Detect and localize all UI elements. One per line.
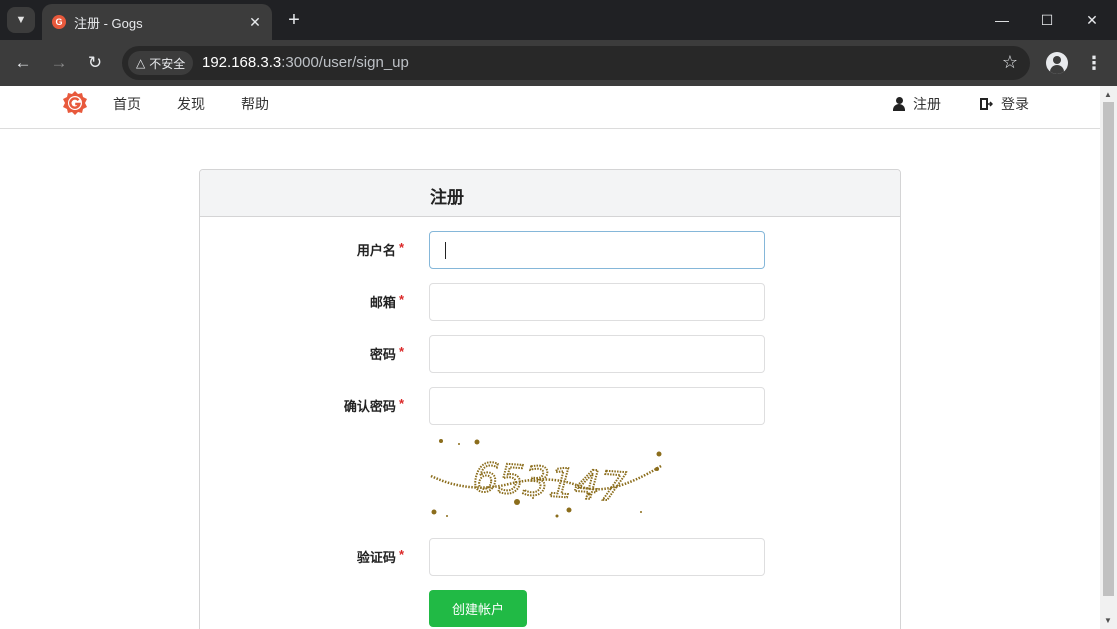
tab-title: 注册 - Gogs [74,15,143,31]
more-menu-icon[interactable]: ⋮ [1084,51,1104,75]
email-label: 邮箱 * [369,292,404,310]
browser-tab-bar: ▼ G 注册 - Gogs ✕ + — ☐ ✕ [0,0,1117,40]
user-icon [893,97,905,111]
tab-close-icon[interactable]: ✕ [244,11,266,33]
confirm-password-input[interactable] [429,387,765,425]
maximize-icon[interactable]: ☐ [1025,6,1069,34]
security-indicator[interactable]: △ 不安全 [128,51,194,75]
site-header: 首页 发现 帮助 注册 登录 [0,86,1100,129]
required-mark: * [398,240,404,255]
captcha-label: 验证码 * [356,547,404,565]
email-input[interactable] [429,283,765,321]
signup-form: 注册 用户名 * 邮箱 * 密码 * 确认密码 * 653147 验证码 * 创建帐户 [199,169,901,629]
browser-toolbar: ← → ↻ △ 不安全 192.168.3.3:3000/user/sign_u… [0,40,1117,86]
signin-label: 登录 [1001,96,1029,112]
text-caret [445,242,446,259]
captcha-input[interactable] [429,538,765,576]
username-input[interactable] [429,231,765,269]
new-tab-plus-icon[interactable]: + [282,8,306,32]
warning-triangle-icon: △ [136,56,146,70]
window-close-icon[interactable]: ✕ [1070,6,1114,34]
required-mark: * [398,292,404,307]
required-mark: * [398,547,404,562]
scroll-down-arrow-icon[interactable]: ▼ [1104,616,1112,625]
chevron-down-icon: ▼ [15,14,27,26]
reload-icon[interactable]: ↻ [83,51,107,75]
url-path: :3000/user/sign_up [281,54,409,71]
required-mark: * [398,344,404,359]
scroll-up-arrow-icon[interactable]: ▲ [1104,90,1112,99]
browser-tab[interactable]: G 注册 - Gogs ✕ [42,4,272,40]
url-text[interactable]: 192.168.3.3:3000/user/sign_up [202,54,409,71]
captcha-image[interactable]: 653147 [429,436,669,526]
username-label: 用户名 * [356,240,404,258]
nav-help[interactable]: 帮助 [241,94,269,114]
address-bar[interactable]: △ 不安全 192.168.3.3:3000/user/sign_up ☆ [122,46,1030,80]
form-title: 注册 [430,188,464,207]
page-viewport: 首页 发现 帮助 注册 登录 注册 用户名* 邮箱* 密码* 确认密码* [0,86,1100,629]
password-input[interactable] [429,335,765,373]
captcha-text: 653147 [471,455,627,512]
sign-in-icon [980,98,993,110]
bookmark-star-icon[interactable]: ☆ [1002,52,1018,73]
nav-explore[interactable]: 发现 [177,94,205,114]
minimize-icon[interactable]: — [980,6,1024,34]
gogs-favicon-icon: G [52,15,66,29]
signup-link[interactable]: 注册 [893,94,941,114]
nav-home[interactable]: 首页 [113,94,141,114]
back-arrow-icon[interactable]: ← [11,51,35,75]
forward-arrow-icon[interactable]: → [47,51,71,75]
password-label: 密码 * [369,344,404,362]
confirm-password-label: 确认密码 * [343,396,404,414]
tab-search-button[interactable]: ▼ [7,7,35,33]
signup-label: 注册 [913,96,941,112]
security-label: 不安全 [149,56,186,71]
page-scrollbar[interactable]: ▲ ▼ [1100,86,1117,629]
required-mark: * [398,396,404,411]
signin-link[interactable]: 登录 [979,94,1029,114]
gogs-logo-icon[interactable] [62,90,88,116]
create-account-button[interactable]: 创建帐户 [429,590,527,627]
url-host: 192.168.3.3 [202,54,282,71]
scrollbar-thumb[interactable] [1103,102,1114,596]
form-header [200,170,900,217]
profile-avatar-icon[interactable] [1046,52,1068,74]
